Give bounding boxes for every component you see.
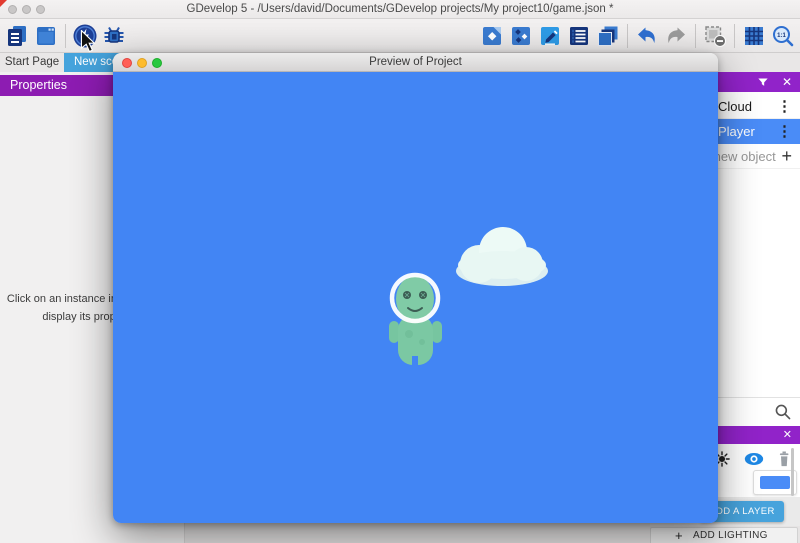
game-scene	[113, 72, 718, 523]
layers-stack-icon	[596, 24, 620, 48]
toolbar-separator	[734, 24, 735, 48]
search-icon	[774, 403, 792, 421]
add-lighting-layer-label: ADD LIGHTING LAYER	[693, 528, 797, 543]
gdevelop-app-window: GDevelop 5 - /Users/david/Documents/GDev…	[0, 0, 800, 543]
grid-icon	[742, 24, 766, 48]
launch-preview-button[interactable]	[72, 22, 98, 50]
undo-arrow-icon	[635, 24, 659, 48]
project-manager-button[interactable]	[4, 22, 30, 50]
scene-editor-button[interactable]	[33, 22, 59, 50]
preview-window: Preview of Project	[113, 53, 718, 523]
tab-start-page[interactable]: Start Page	[0, 53, 64, 72]
object-groups-icon	[509, 24, 533, 48]
toggle-grid-button[interactable]	[741, 22, 767, 50]
toolbar-separator	[627, 24, 628, 48]
object-menu-icon[interactable]: ⋮	[777, 119, 792, 144]
game-preview-canvas[interactable]	[113, 72, 718, 523]
window-title: GDevelop 5 - /Users/david/Documents/GDev…	[0, 0, 800, 19]
debugger-bug-icon	[101, 23, 127, 49]
player-character	[389, 275, 442, 366]
eye-icon	[743, 449, 765, 469]
zoom-original-button[interactable]: 1:1	[770, 22, 796, 50]
open-object-groups-editor-button[interactable]	[508, 22, 534, 50]
window-mask-icon	[703, 24, 727, 48]
recording-corner-artifact	[0, 0, 7, 7]
object-menu-icon[interactable]: ⋮	[777, 94, 792, 119]
objects-panel-close-icon[interactable]: ✕	[782, 72, 792, 92]
add-object-plus-icon[interactable]: +	[781, 144, 792, 169]
project-manager-icon	[5, 24, 29, 48]
svg-text:1:1: 1:1	[777, 33, 786, 39]
objects-editor-icon	[480, 24, 504, 48]
launch-debugger-button[interactable]	[101, 22, 127, 50]
layers-scrollbar[interactable]	[791, 448, 794, 496]
undo-button[interactable]	[634, 22, 660, 50]
open-layers-editor-button[interactable]	[595, 22, 621, 50]
toggle-window-mask-button[interactable]	[702, 22, 728, 50]
macos-titlebar[interactable]: GDevelop 5 - /Users/david/Documents/GDev…	[0, 0, 800, 19]
open-objects-editor-button[interactable]	[479, 22, 505, 50]
cloud-sprite	[456, 227, 548, 286]
redo-button[interactable]	[663, 22, 689, 50]
add-lighting-plus-icon: +	[675, 528, 683, 543]
preview-bolt-icon	[72, 23, 98, 49]
edit-pencil-icon	[538, 24, 562, 48]
object-name: Player	[718, 124, 755, 139]
filter-icon[interactable]	[756, 75, 770, 89]
main-toolbar: 1:1	[0, 19, 800, 53]
layer-color-swatch	[760, 476, 790, 489]
toolbar-separator	[695, 24, 696, 48]
object-name: Cloud	[718, 99, 752, 114]
open-instances-list-button[interactable]	[566, 22, 592, 50]
toolbar-separator	[65, 24, 66, 48]
preview-window-title: Preview of Project	[113, 53, 718, 72]
layers-panel-close-icon[interactable]: ✕	[783, 426, 792, 444]
open-scene-properties-button[interactable]	[537, 22, 563, 50]
zoom-1-1-icon: 1:1	[771, 24, 795, 48]
scene-window-icon	[34, 24, 58, 48]
add-lighting-layer-button[interactable]: + ADD LIGHTING LAYER	[650, 527, 798, 543]
redo-arrow-icon	[664, 24, 688, 48]
preview-titlebar[interactable]: Preview of Project	[113, 53, 718, 72]
instances-list-icon	[567, 24, 591, 48]
